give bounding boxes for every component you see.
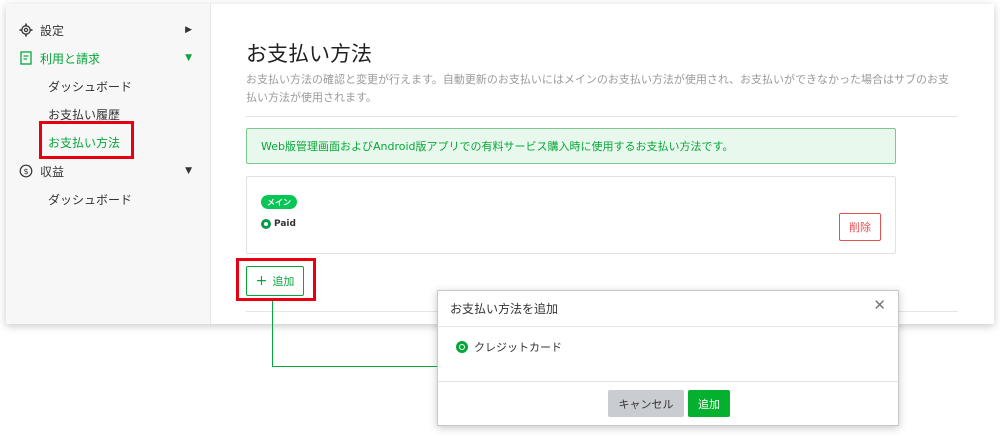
delete-button[interactable]: 削除	[839, 213, 881, 241]
dialog-header: お支払い方法を追加 ✕	[438, 291, 898, 327]
paid-logo-icon	[261, 219, 271, 229]
sidebar-subitem-dashboard[interactable]: ダッシュボード	[48, 76, 132, 96]
dialog-divider	[438, 381, 898, 382]
highlight-payment-methods	[39, 121, 134, 159]
cancel-button[interactable]: キャンセル	[608, 390, 684, 417]
main-window: 設定 ▶ 利用と請求 ▼ ダッシュボード お支払い履歴 お支払い方法 $ 収益 …	[6, 4, 994, 324]
sidebar-item-label: 収益	[40, 164, 65, 179]
caret-down-icon: ▼	[185, 166, 192, 176]
sidebar-subitem-revenue-dashboard[interactable]: ダッシュボード	[48, 189, 132, 209]
sidebar-item-label: 利用と請求	[40, 51, 101, 66]
radio-selected-icon[interactable]	[456, 341, 468, 353]
billing-icon	[18, 50, 34, 66]
add-payment-dialog: お支払い方法を追加 ✕ クレジットカード キャンセル 追加	[437, 290, 899, 426]
payment-brand-label: Paid	[274, 219, 296, 229]
sidebar-item-settings[interactable]: 設定 ▶	[18, 20, 198, 40]
caret-down-icon: ▼	[185, 53, 192, 63]
option-label: クレジットカード	[474, 341, 562, 354]
sidebar-item-billing[interactable]: 利用と請求 ▼	[18, 48, 198, 68]
highlight-add-button	[236, 258, 316, 301]
connector-line	[272, 366, 437, 367]
gear-icon	[18, 22, 34, 38]
divider	[246, 116, 958, 117]
dollar-icon: $	[18, 163, 34, 179]
dialog-title: お支払い方法を追加	[450, 302, 559, 316]
caret-right-icon: ▶	[185, 25, 192, 35]
page-title: お支払い方法	[246, 42, 372, 66]
payment-brand: Paid	[261, 219, 296, 229]
main-content: お支払い方法 お支払い方法の確認と変更が行えます。自動更新のお支払いにはメインの…	[246, 4, 994, 324]
confirm-add-button[interactable]: 追加	[688, 390, 730, 417]
close-icon[interactable]: ✕	[873, 298, 886, 313]
sidebar-item-label: 設定	[40, 23, 65, 38]
credit-card-option[interactable]: クレジットカード	[456, 339, 562, 355]
main-badge: メイン	[261, 195, 297, 209]
svg-text:$: $	[23, 167, 28, 176]
page-description: お支払い方法の確認と変更が行えます。自動更新のお支払いにはメインのお支払い方法が…	[246, 73, 950, 104]
sidebar-item-revenue[interactable]: $ 収益 ▼	[18, 161, 198, 181]
payment-method-card: メイン Paid 削除	[246, 176, 896, 254]
connector-line	[272, 301, 273, 367]
info-notice: Web版管理画面およびAndroid版アプリでの有料サービス購入時に使用するお支…	[246, 128, 896, 164]
sidebar: 設定 ▶ 利用と請求 ▼ ダッシュボード お支払い履歴 お支払い方法 $ 収益 …	[6, 4, 211, 324]
